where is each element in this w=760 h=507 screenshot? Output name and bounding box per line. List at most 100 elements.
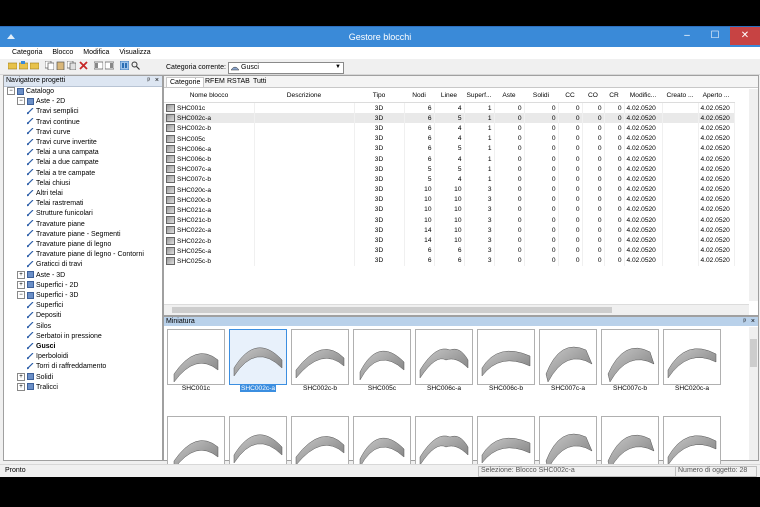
tree-item[interactable]: Travature piane di legno [26, 240, 111, 250]
tree-item[interactable]: Silos [26, 321, 51, 332]
table-row[interactable]: SHC020c-b 3D 10 10 3 0 0 0 0 0 4.02.0520 4.02.0520 [164, 194, 735, 205]
category-select[interactable]: Gusci ▼ [228, 62, 344, 74]
folder-properties-icon[interactable] [30, 61, 39, 70]
tree-item[interactable]: Telai rastremati [26, 199, 83, 209]
column-header[interactable]: Tipo [354, 89, 404, 103]
tab-categorie[interactable]: Categorie [166, 77, 205, 87]
column-header[interactable]: Aste [494, 89, 524, 103]
tree-item[interactable]: − Superfici - 3D [17, 291, 78, 301]
view-mode-icon[interactable] [120, 61, 129, 70]
expand-icon[interactable]: + [17, 382, 25, 391]
column-header[interactable]: Aperto ... [698, 89, 734, 103]
table-row[interactable]: SHC022c-b 3D 14 10 3 0 0 0 0 0 4.02.0520 4.02.0520 [164, 235, 735, 246]
tree-item[interactable]: − Catalogo [7, 87, 54, 97]
menu-visualizza[interactable]: Visualizza [115, 47, 154, 56]
table-row[interactable]: SHC021c-a 3D 10 10 3 0 0 0 0 0 4.02.0520 4.02.0520 [164, 204, 735, 216]
export-icon[interactable] [105, 61, 114, 70]
table-horizontal-scrollbar[interactable] [164, 304, 749, 315]
tree-item[interactable]: Telai a una campata [26, 148, 99, 158]
paste-icon[interactable] [56, 61, 65, 70]
collapse-icon[interactable]: − [17, 97, 25, 106]
copy-icon[interactable] [45, 61, 54, 70]
column-header[interactable]: Superf... [464, 89, 494, 103]
tree-item[interactable]: Travi curve invertite [26, 138, 97, 148]
tree-item[interactable]: − Aste - 2D [17, 97, 65, 107]
pin-icon[interactable]: ᵖ [147, 76, 150, 86]
tree-item[interactable]: + Solidi [17, 372, 53, 383]
column-header[interactable]: Descrizione [254, 89, 354, 103]
close-icon[interactable]: × [155, 76, 159, 86]
close-icon[interactable]: × [751, 317, 755, 326]
pin-icon[interactable]: ᵖ [743, 317, 746, 326]
tab-tutti[interactable]: Tutti [250, 77, 269, 86]
title-bar[interactable]: Gestore blocchi – ☐ ✕ [0, 27, 760, 47]
tree-item[interactable]: Strutture funicolari [26, 209, 93, 219]
tree-item[interactable]: + Superfici - 2D [17, 280, 78, 291]
tree-item[interactable]: Serbatoi in pressione [26, 332, 102, 342]
miniature-item[interactable]: SHC001c [167, 329, 225, 395]
tree-item[interactable]: Iperboloidi [26, 352, 68, 362]
miniature-item[interactable]: SHC006c-a [415, 329, 473, 395]
column-header[interactable]: Modific... [624, 89, 662, 103]
scrollbar-thumb[interactable] [172, 307, 612, 313]
miniature-item[interactable]: SHC020c-a [663, 329, 721, 395]
miniature-item[interactable]: SHC002c-a [229, 329, 287, 395]
minimize-button[interactable]: – [674, 27, 700, 45]
tree-item[interactable]: Travature piane di legno - Contorni [26, 250, 144, 260]
tree-item[interactable]: Travature piane - Segmenti [26, 230, 121, 240]
table-row[interactable]: SHC007c-b 3D 5 4 1 0 0 0 0 0 4.02.0520 4.02.0520 [164, 174, 735, 185]
column-header[interactable]: Solidi [524, 89, 558, 103]
tree-item[interactable]: Altri telai [26, 189, 63, 199]
collapse-icon[interactable]: − [17, 291, 25, 300]
table-row[interactable]: SHC025c-a 3D 6 6 3 0 0 0 0 0 4.02.0520 4.02.0520 [164, 245, 735, 256]
open-folder-icon[interactable] [19, 61, 28, 70]
table-row[interactable]: SHC021c-b 3D 10 10 3 0 0 0 0 0 4.02.0520 4.02.0520 [164, 215, 735, 226]
tree-item[interactable]: Depositi [26, 311, 61, 321]
delete-icon[interactable] [79, 61, 88, 70]
menu-modifica[interactable]: Modifica [79, 47, 113, 56]
duplicate-icon[interactable] [67, 61, 76, 70]
new-category-icon[interactable] [8, 61, 17, 70]
menu-categoria[interactable]: Categoria [8, 47, 46, 56]
table-row[interactable]: SHC001c 3D 6 4 1 0 0 0 0 0 4.02.0520 4.02.0520 [164, 102, 735, 114]
column-header[interactable]: Creato ... [662, 89, 698, 103]
menu-blocco[interactable]: Blocco [48, 47, 77, 56]
search-icon[interactable] [131, 61, 140, 70]
miniature-item[interactable]: SHC006c-b [477, 329, 535, 395]
table-row[interactable]: SHC002c-a 3D 6 5 1 0 0 0 0 0 4.02.0520 4.02.0520 [164, 113, 735, 124]
tree-item[interactable]: Telai a tre campate [26, 168, 95, 179]
tree-item[interactable]: Graticci di travi [26, 260, 82, 270]
expand-icon[interactable]: + [17, 280, 25, 289]
column-header[interactable]: CC [558, 89, 582, 103]
expand-icon[interactable]: + [17, 270, 25, 279]
miniature-item[interactable]: SHC007c-a [539, 329, 597, 395]
tree-item[interactable]: Travature piane [26, 219, 85, 230]
table-row[interactable]: SHC025c-b 3D 6 6 3 0 0 0 0 0 4.02.0520 4.02.0520 [164, 255, 735, 266]
scrollbar-thumb[interactable] [750, 339, 757, 367]
table-row[interactable]: SHC007c-a 3D 5 5 1 0 0 0 0 0 4.02.0520 4.02.0520 [164, 164, 735, 175]
miniature-item[interactable]: SHC005c [353, 329, 411, 395]
table-row[interactable]: SHC022c-a 3D 14 10 3 0 0 0 0 0 4.02.0520 4.02.0520 [164, 225, 735, 236]
column-header[interactable]: Nome blocco [164, 89, 254, 103]
tree-item[interactable]: Telai a due campate [26, 158, 99, 168]
import-icon[interactable] [94, 61, 103, 70]
table-row[interactable]: SHC006c-a 3D 6 5 1 0 0 0 0 0 4.02.0520 4.02.0520 [164, 143, 735, 154]
miniature-scrollbar[interactable] [749, 327, 758, 460]
miniature-item[interactable]: SHC007c-b [601, 329, 659, 395]
table-row[interactable]: SHC020c-a 3D 10 10 3 0 0 0 0 0 4.02.0520 4.02.0520 [164, 184, 735, 195]
tree-item[interactable]: Gusci [26, 342, 55, 352]
table-row[interactable]: SHC006c-b 3D 6 4 1 0 0 0 0 0 4.02.0520 4.02.0520 [164, 153, 735, 165]
tree-item[interactable]: Telai chiusi [26, 179, 70, 189]
column-header[interactable]: CO [582, 89, 604, 103]
table-row[interactable]: SHC005c 3D 6 4 1 0 0 0 0 0 4.02.0520 4.02.0520 [164, 133, 735, 144]
tree-item[interactable]: Travi curve [26, 128, 70, 138]
tab-rstab[interactable]: RSTAB [224, 77, 253, 86]
close-button[interactable]: ✕ [730, 27, 760, 45]
tree-item[interactable]: Superfici [26, 301, 63, 311]
miniature-item[interactable]: SHC002c-b [291, 329, 349, 395]
column-header[interactable]: CR [604, 89, 624, 103]
tree-item[interactable]: + Aste - 3D [17, 270, 65, 281]
table-row[interactable]: SHC002c-b 3D 6 4 1 0 0 0 0 0 4.02.0520 4.02.0520 [164, 123, 735, 134]
column-header[interactable]: Linee [434, 89, 464, 103]
tree-item[interactable]: Travi continue [26, 117, 80, 128]
